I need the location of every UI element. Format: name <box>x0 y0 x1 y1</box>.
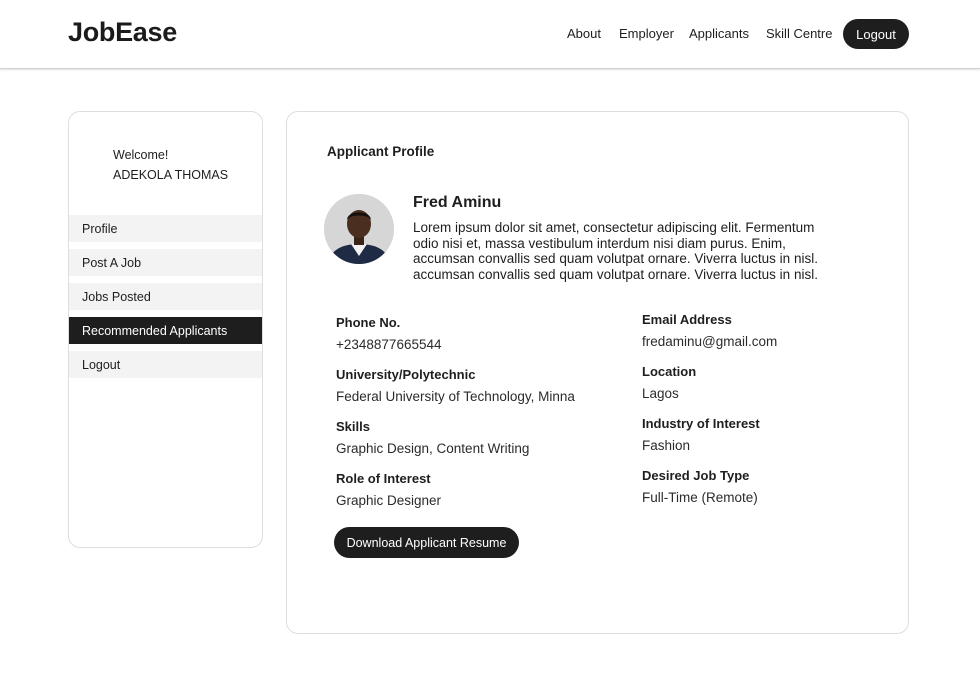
university-label: University/Polytechnic <box>336 367 476 382</box>
nav-skill-centre-link[interactable]: Skill Centre <box>766 26 832 41</box>
applicant-name: Fred Aminu <box>413 194 502 211</box>
skills-value: Graphic Design, Content Writing <box>336 441 530 456</box>
location-value: Lagos <box>642 386 679 401</box>
header-logout-button[interactable]: Logout <box>843 19 909 49</box>
applicant-avatar <box>324 194 394 264</box>
nav-about-link[interactable]: About <box>567 26 601 41</box>
sidebar: Welcome! ADEKOLA THOMAS Profile Post A J… <box>68 111 263 548</box>
sidebar-item-recommended-applicants[interactable]: Recommended Applicants <box>69 317 262 344</box>
role-of-interest-value: Graphic Designer <box>336 493 442 508</box>
skills-label: Skills <box>336 419 370 434</box>
page-title: Applicant Profile <box>327 144 435 159</box>
download-resume-button[interactable]: Download Applicant Resume <box>334 527 519 558</box>
email-label: Email Address <box>642 312 732 327</box>
location-label: Location <box>642 364 697 379</box>
job-type-label: Desired Job Type <box>642 468 750 483</box>
industry-value: Fashion <box>642 438 691 453</box>
nav-applicants-link[interactable]: Applicants <box>689 26 749 41</box>
sidebar-item-profile[interactable]: Profile <box>69 215 262 242</box>
sidebar-item-jobs-posted[interactable]: Jobs Posted <box>69 283 262 310</box>
user-name: ADEKOLA THOMAS <box>113 168 229 182</box>
app-logo[interactable]: JobEase <box>68 17 177 48</box>
industry-label: Industry of Interest <box>642 416 760 431</box>
university-value: Federal University of Technology, Minna <box>336 389 575 404</box>
welcome-text: Welcome! <box>113 148 169 162</box>
avatar-portrait-icon <box>324 194 394 264</box>
phone-label: Phone No. <box>336 315 401 330</box>
nav-employer-link[interactable]: Employer <box>619 26 674 41</box>
role-of-interest-label: Role of Interest <box>336 471 431 486</box>
applicant-profile-card: Applicant Profile Fred Aminu Lorem ipsum… <box>286 111 909 634</box>
phone-value: +2348877665544 <box>336 337 442 352</box>
sidebar-item-logout[interactable]: Logout <box>69 351 262 378</box>
top-header: JobEase About Employer Applicants Skill … <box>0 0 980 69</box>
applicant-bio: Lorem ipsum dolor sit amet, consectetur … <box>413 220 818 282</box>
job-type-value: Full-Time (Remote) <box>642 490 758 505</box>
sidebar-item-post-a-job[interactable]: Post A Job <box>69 249 262 276</box>
email-value: fredaminu@gmail.com <box>642 334 778 349</box>
